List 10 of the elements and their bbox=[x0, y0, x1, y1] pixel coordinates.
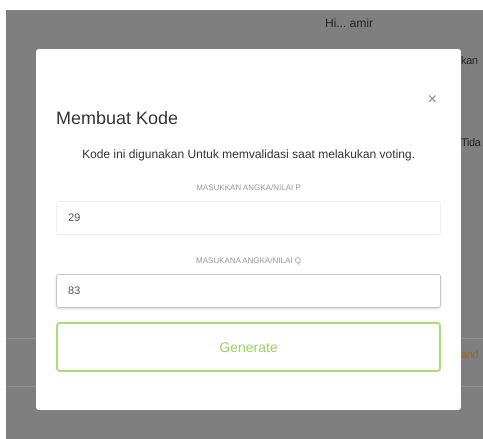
background-text: Tida bbox=[461, 137, 480, 149]
close-button[interactable]: × bbox=[424, 90, 441, 110]
field-label: MASUKANA ANGKA/NILAI Q bbox=[195, 256, 302, 265]
modal-title: Membuat Kode bbox=[56, 108, 178, 130]
greeting-text: Hi... amir bbox=[325, 16, 373, 30]
field-label: MASUKKAN ANGKA/NILAI P bbox=[195, 183, 302, 192]
number-input-field[interactable]: 29 bbox=[56, 201, 441, 235]
number-input-field[interactable]: 83 bbox=[56, 274, 441, 308]
modal-description: Kode ini digunakan Untuk memvalidasi saat melakukan voting. bbox=[81, 147, 416, 161]
background-text: kan bbox=[461, 55, 478, 67]
